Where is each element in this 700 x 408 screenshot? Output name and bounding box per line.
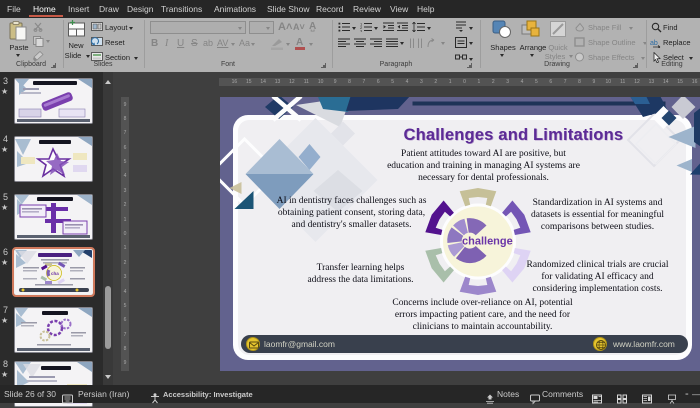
svg-text:cha: cha (51, 271, 59, 276)
svg-text:3: 3 (360, 28, 363, 32)
svg-text:ab: ab (650, 40, 658, 47)
svg-text:challenge: challenge (462, 236, 513, 248)
